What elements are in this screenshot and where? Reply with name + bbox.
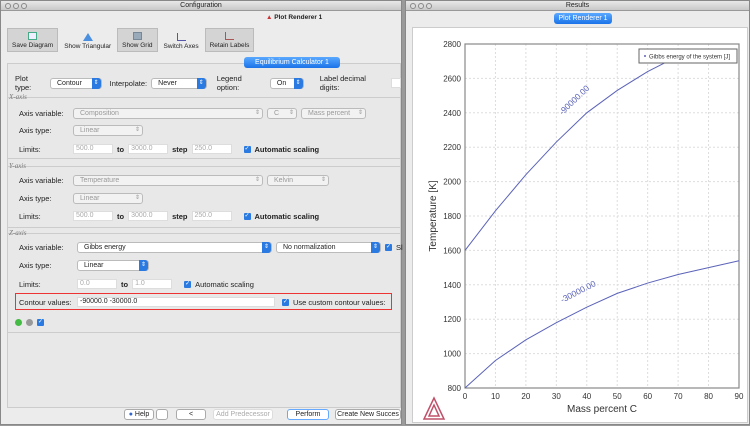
y-tick-label: 2000	[443, 178, 461, 187]
back-button[interactable]: <	[176, 409, 206, 420]
z-limit-to[interactable]: 1.0	[132, 279, 173, 289]
y-tick-label: 2800	[443, 40, 461, 49]
contour-line	[464, 55, 679, 251]
save-diagram-icon	[28, 32, 38, 40]
remove-icon[interactable]	[26, 319, 33, 326]
z-limit-from[interactable]: 0.0	[77, 279, 117, 289]
x-tick-label: 0	[463, 392, 468, 401]
switch-axes-button[interactable]: Switch Axes	[160, 28, 203, 52]
renderer-icon: ▲	[266, 14, 273, 21]
x-limit-to[interactable]: 3000.0	[128, 144, 169, 154]
contour-label: -30000.00	[559, 278, 598, 304]
y-tick-label: 1600	[443, 246, 461, 255]
y-unit-select[interactable]: Kelvin ⇕	[267, 175, 329, 186]
y-axis-variable-select[interactable]: Temperature ⇕	[73, 175, 263, 186]
window-title: Configuration	[180, 2, 222, 9]
add-predecessor-button[interactable]: Add Predecessor	[213, 409, 273, 420]
plot-renderer-node[interactable]: ▲ Plot Renderer 1	[266, 14, 322, 21]
z-axis-variable-select[interactable]: Gibbs energy ⇕	[77, 242, 272, 253]
legend-marker	[644, 55, 646, 57]
triangle-icon	[82, 33, 93, 41]
contour-label: -90000.00	[557, 83, 592, 117]
retain-labels-icon	[224, 32, 234, 40]
configuration-window: Configuration ▲ Plot Renderer 1 Save Dia…	[0, 0, 403, 425]
contour-line	[464, 260, 740, 389]
y-axis-type-select[interactable]: Linear ⇕	[73, 193, 143, 204]
x-component-select[interactable]: C ⇕	[267, 108, 297, 119]
custom-contour-checkbox[interactable]: ✓	[282, 298, 289, 306]
x-axis-type-select[interactable]: Linear ⇕	[73, 125, 143, 136]
x-tick-label: 40	[582, 392, 591, 401]
z-axis-type-select[interactable]: Linear ⇕	[77, 260, 149, 271]
decimal-digits-input[interactable]	[391, 78, 401, 88]
zoom-button[interactable]	[21, 3, 27, 9]
legend-option-select[interactable]: On ⇕	[269, 77, 304, 89]
legend-entry: Gibbs energy of the system [J]	[649, 55, 730, 61]
help-icon: ●	[128, 411, 133, 418]
x-tick-label: 60	[643, 392, 652, 401]
help-button[interactable]: ● Help	[124, 409, 154, 420]
perform-button[interactable]: Perform	[287, 409, 329, 420]
y-tick-label: 800	[448, 384, 462, 393]
y-limit-from[interactable]: 500.0	[73, 211, 113, 221]
normalization-select[interactable]: No normalization ⇕	[276, 242, 381, 253]
x-tick-label: 30	[552, 392, 561, 401]
x-step[interactable]: 250.0	[191, 144, 232, 154]
y-tick-label: 1800	[443, 212, 461, 221]
add-icon[interactable]	[15, 319, 22, 326]
page-button[interactable]	[156, 409, 168, 420]
x-tick-label: 90	[735, 392, 744, 401]
contour-chart[interactable]: 0 10 20 30 40 50 60 70 80 90 800 1000 1200 1400 1600 18…	[406, 1, 750, 426]
x-tick-label: 80	[704, 392, 713, 401]
y-tick-label: 2200	[443, 143, 461, 152]
x-unit-select[interactable]: Mass percent ⇕	[301, 108, 366, 119]
create-new-successor-button[interactable]: Create New Succes	[335, 409, 401, 420]
y-tick-label: 1000	[443, 350, 461, 359]
toolbar: Save Diagram Show Triangular Show Grid S…	[7, 28, 255, 52]
y-auto-scaling-checkbox[interactable]: ✓	[243, 212, 251, 220]
interpolate-select[interactable]: Never ⇕	[151, 77, 207, 89]
x-limit-from[interactable]: 500.0	[73, 144, 113, 154]
thermo-calc-logo-icon	[422, 396, 446, 420]
results-window: Results Plot Renderer 1 0 10 20 30 40 50 60 70 8…	[405, 0, 750, 425]
enable-checkbox[interactable]: ✓	[37, 319, 44, 326]
y-step[interactable]: 250.0	[191, 211, 232, 221]
chevron-updown-icon: ⇕	[91, 77, 101, 89]
x-tick-label: 50	[613, 392, 622, 401]
y-axis-label: Temperature [K]	[428, 180, 439, 251]
chevron-updown-icon: ⇕	[196, 77, 206, 89]
show-grid-button[interactable]: Show Grid	[117, 28, 158, 52]
y-tick-label: 2600	[443, 74, 461, 83]
x-tick-label: 20	[521, 392, 530, 401]
grid-icon	[132, 32, 142, 40]
x-axis-label: Mass percent C	[567, 404, 637, 415]
x-auto-scaling-checkbox[interactable]: ✓	[243, 145, 251, 153]
retain-labels-button[interactable]: Retain Labels	[204, 28, 255, 52]
x-tick-label: 10	[491, 392, 500, 401]
y-tick-label: 2400	[443, 109, 461, 118]
x-tick-label: 70	[674, 392, 683, 401]
tab-equilibrium-calculator[interactable]: Equilibrium Calculator 1	[244, 57, 340, 68]
contour-values-input[interactable]: -90000.0 -30000.0	[77, 297, 275, 307]
x-axis-variable-select[interactable]: Composition ⇕	[73, 108, 263, 119]
minimize-button[interactable]	[13, 3, 19, 9]
y-tick-label: 1400	[443, 281, 461, 290]
z-extra-checkbox[interactable]: ✓	[385, 244, 392, 251]
switch-axes-icon	[176, 33, 186, 41]
y-tick-label: 1200	[443, 315, 461, 324]
y-limit-to[interactable]: 3000.0	[128, 211, 169, 221]
chevron-updown-icon: ⇕	[293, 77, 303, 89]
z-auto-scaling-checkbox[interactable]: ✓	[184, 280, 192, 288]
close-button[interactable]	[5, 3, 11, 9]
save-diagram-button[interactable]: Save Diagram	[7, 28, 59, 52]
show-triangular-button[interactable]: Show Triangular	[60, 28, 115, 52]
plot-type-select[interactable]: Contour ⇕	[50, 77, 102, 89]
